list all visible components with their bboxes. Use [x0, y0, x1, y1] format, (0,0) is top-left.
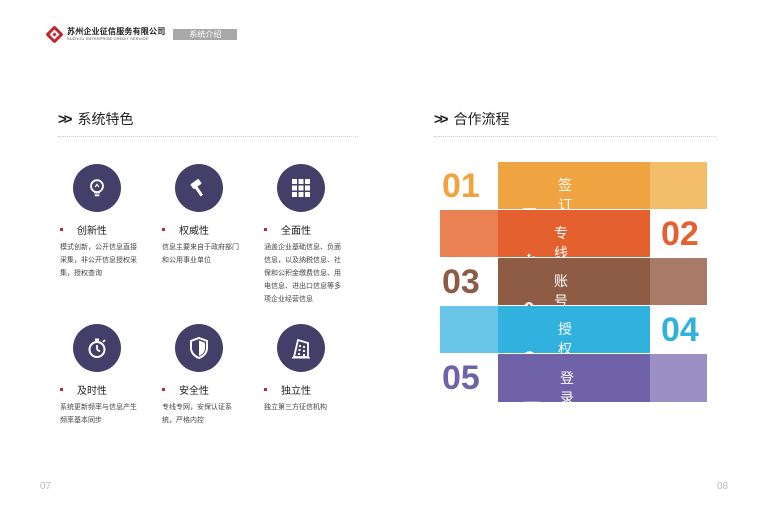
feature-comprehensive: 全面性 涵盖企业基础信息、负面信息，以及纳税信息、社保和公积金缴费信息、用电信息… — [264, 164, 364, 306]
company-name: 苏州企业征信服务有限公司 SUZHOU ENTERPRISE CREDIT SE… — [67, 26, 166, 41]
feature-desc: 专线专网，安保认证系统，严格内控 — [162, 404, 232, 424]
process-title: 合作流程 — [453, 111, 510, 127]
features-section-title: >> 系统特色 — [58, 109, 134, 129]
feature-name: 及时性 — [77, 386, 107, 397]
company-name-cn: 苏州企业征信服务有限公司 — [67, 26, 166, 36]
feature-desc: 系统更新频率与信息产生频率基本同步 — [60, 404, 137, 424]
step-bar — [498, 210, 650, 257]
feature-name: 权威性 — [179, 226, 209, 237]
step-label: 登录使用 — [522, 368, 574, 448]
shield-icon — [175, 324, 223, 372]
step-number: 03 — [442, 263, 480, 301]
stopwatch-icon — [73, 324, 121, 372]
divider — [434, 136, 716, 137]
step-bar-extension — [440, 306, 498, 353]
divider — [58, 136, 358, 137]
step-bar-extension — [440, 210, 498, 257]
feature-security: 安全性 专线专网，安保认证系统，严格内控 — [162, 324, 262, 427]
page-number-right: 08 — [717, 481, 729, 492]
step-bar — [498, 258, 650, 305]
feature-desc: 涵盖企业基础信息、负面信息，以及纳税信息、社保和公积金缴费信息、用电信息、进出口… — [264, 244, 341, 303]
step-bar — [498, 306, 650, 353]
step-number: 02 — [661, 215, 699, 253]
feature-name: 独立性 — [281, 386, 311, 397]
process-section-title: >> 合作流程 — [434, 109, 510, 129]
building-icon — [277, 324, 325, 372]
feature-desc: 信息主要来自于政府部门和公用事业单位 — [162, 244, 239, 264]
step-bar-extension — [650, 162, 707, 209]
page-number-left: 07 — [40, 481, 52, 492]
feature-independence: 独立性 独立第三方征信机构 — [264, 324, 364, 414]
step-number: 01 — [442, 167, 480, 205]
header: 苏州企业征信服务有限公司 SUZHOU ENTERPRISE CREDIT SE… — [45, 24, 238, 44]
step-number: 05 — [442, 359, 480, 397]
gavel-icon — [175, 164, 223, 212]
feature-innovation: 创新性 模式创新，公开信息直接采集，非公开信息授权采集，授权查询 — [60, 164, 160, 280]
feature-name: 创新性 — [77, 226, 107, 237]
feature-timeliness: 及时性 系统更新频率与信息产生频率基本同步 — [60, 324, 160, 427]
section-tag: 系统介绍 — [173, 28, 238, 40]
step-bar-extension — [650, 258, 707, 305]
double-chevron-icon: >> — [58, 110, 72, 128]
step-number: 04 — [661, 311, 699, 349]
lightbulb-icon — [73, 164, 121, 212]
feature-name: 全面性 — [281, 226, 311, 237]
feature-name: 安全性 — [179, 386, 209, 397]
feature-desc: 模式创新，公开信息直接采集，非公开信息授权采集，授权查询 — [60, 244, 137, 277]
company-name-en: SUZHOU ENTERPRISE CREDIT SERVICE — [67, 35, 149, 41]
feature-desc: 独立第三方征信机构 — [264, 404, 327, 411]
features-title: 系统特色 — [77, 111, 134, 127]
feature-authority: 权威性 信息主要来自于政府部门和公用事业单位 — [162, 164, 262, 267]
laptop-icon — [522, 398, 542, 418]
grid-icon — [277, 164, 325, 212]
step-bar-extension — [650, 354, 707, 402]
step-bar — [498, 354, 650, 402]
double-chevron-icon: >> — [434, 110, 448, 128]
company-logo-icon — [45, 24, 64, 44]
step-bar — [498, 162, 650, 209]
